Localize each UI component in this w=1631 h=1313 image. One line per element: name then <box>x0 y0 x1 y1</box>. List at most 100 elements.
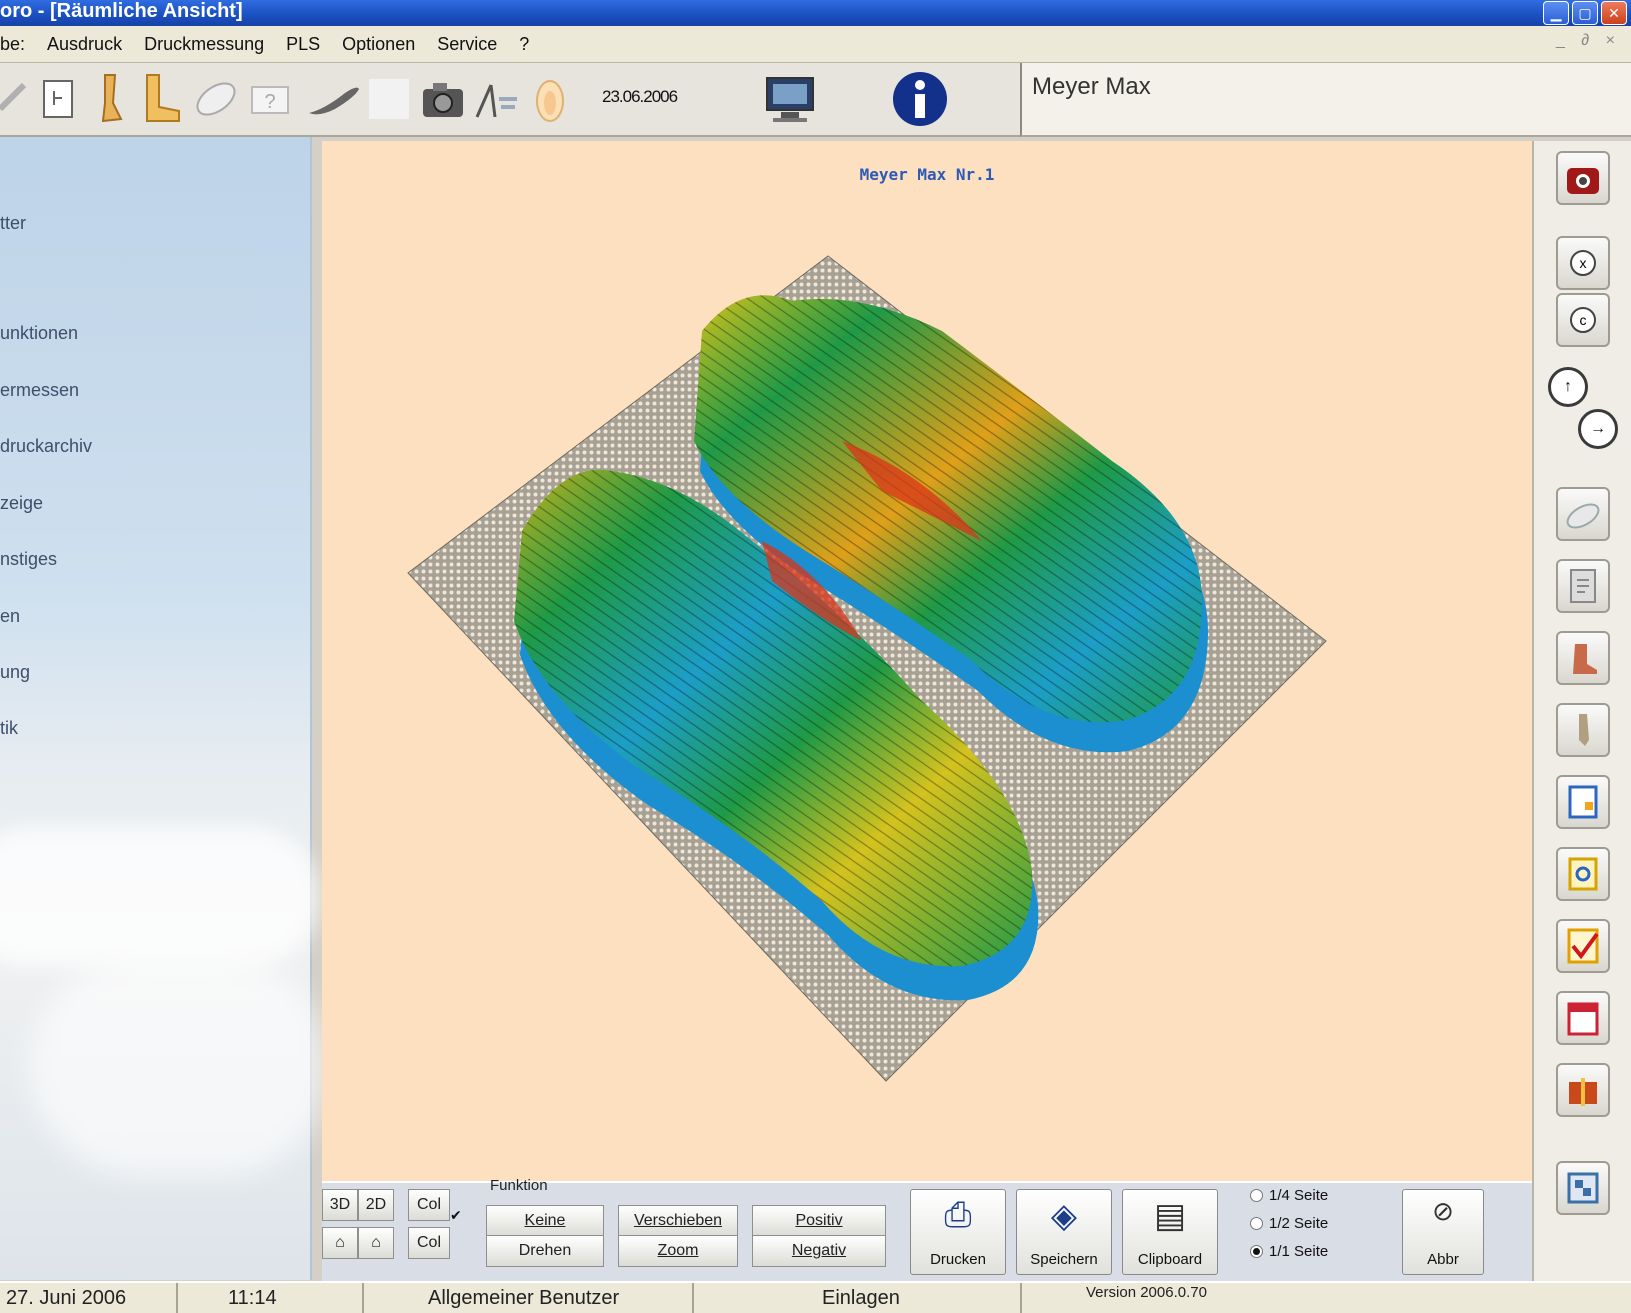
search-page-icon[interactable] <box>1556 847 1610 901</box>
gift-icon[interactable] <box>1556 1063 1610 1117</box>
function-group-label: Funktion <box>490 1177 548 1194</box>
clipboard-button[interactable]: ▤ Clipboard <box>1122 1189 1218 1275</box>
menu-item-druckmessung[interactable]: Druckmessung <box>144 34 264 55</box>
toolbar: ? 23.06.2006 <box>0 63 1020 137</box>
status-mode: Einlagen <box>702 1283 1022 1313</box>
sidebar: tter unktionen ermessen druckarchiv zeig… <box>0 137 330 1280</box>
page-icon[interactable] <box>1556 559 1610 613</box>
question-icon[interactable]: ? <box>246 75 294 123</box>
disk-icon: ◈ <box>1050 1197 1078 1235</box>
boot-icon[interactable] <box>138 74 184 123</box>
speichern-button[interactable]: ◈ Speichern <box>1016 1189 1112 1275</box>
menu-item-optionen[interactable]: Optionen <box>342 34 415 55</box>
info-icon[interactable] <box>888 72 952 126</box>
exit-icon[interactable] <box>1556 1161 1610 1215</box>
mdi-controls[interactable]: _ ∂ × <box>1556 32 1621 50</box>
sidebar-cloud <box>30 957 330 1177</box>
positiv-button[interactable]: Positiv <box>752 1205 886 1237</box>
status-version: Version 2006.0.70 <box>1086 1284 1207 1301</box>
measure-foot-icon[interactable] <box>470 75 522 123</box>
sidebar-item-funktionen[interactable]: unktionen <box>0 323 78 344</box>
radio-half-page[interactable]: 1/2 Seite <box>1250 1215 1328 1232</box>
zoom-button[interactable]: Zoom <box>618 1235 738 1267</box>
note-icon[interactable] <box>1556 775 1610 829</box>
calendar-icon[interactable] <box>1556 991 1610 1045</box>
radio-label: 1/1 Seite <box>1269 1243 1329 1260</box>
leg-icon[interactable] <box>90 74 130 123</box>
radio-button[interactable] <box>1250 1189 1263 1202</box>
drehen-button[interactable]: Drehen <box>486 1235 604 1267</box>
checkmark-icon[interactable] <box>1556 919 1610 973</box>
insole-icon[interactable] <box>192 75 240 123</box>
sole-profile-icon[interactable] <box>304 75 364 123</box>
menu-item-service[interactable]: Service <box>437 34 497 55</box>
minimize-icon[interactable]: ▁ <box>1543 1 1569 25</box>
control-panel: 3D 2D ⌂ ⌂ Col Col ✔ Funktion Keine Drehe… <box>322 1177 1532 1282</box>
sidebar-cloud <box>0 827 320 967</box>
svg-text:c: c <box>1580 312 1587 328</box>
foot-blueprint-icon[interactable] <box>38 75 78 123</box>
footprint-icon[interactable] <box>528 75 572 123</box>
home-alt-icon[interactable]: ⌂ <box>358 1227 394 1259</box>
zoom-out-icon[interactable]: → <box>1578 409 1618 449</box>
foot-pressure-3d-plot[interactable] <box>322 141 1532 1181</box>
camera-icon[interactable] <box>418 75 468 123</box>
title-bar: oro - [Räumliche Ansicht] ▁ ▢ ✕ <box>0 0 1631 26</box>
menu-item-ausdruck[interactable]: Ausdruck <box>47 34 122 55</box>
view-3d-button[interactable]: 3D <box>322 1189 358 1221</box>
rotate-x-icon[interactable]: x <box>1556 236 1610 290</box>
sidebar-item-druckarchiv[interactable]: druckarchiv <box>0 436 92 457</box>
maximize-icon[interactable]: ▢ <box>1572 1 1598 25</box>
zoom-in-icon[interactable]: ↑ <box>1548 367 1588 407</box>
abbrechen-button[interactable]: ⊘ Abbr <box>1402 1189 1484 1275</box>
sidebar-item-vermessen[interactable]: ermessen <box>0 380 79 401</box>
foot-side-icon[interactable] <box>1556 631 1610 685</box>
monitor-icon[interactable] <box>762 75 818 123</box>
drucken-button[interactable]: ⎙ Drucken <box>910 1189 1006 1275</box>
keine-button[interactable]: Keine <box>486 1205 604 1237</box>
toolbar-date: 23.06.2006 <box>602 87 678 106</box>
abbrechen-label: Abbr <box>1427 1251 1459 1268</box>
home-icon[interactable]: ⌂ <box>322 1227 358 1259</box>
insole-icon[interactable] <box>1556 487 1610 541</box>
patient-panel: Meyer Max <box>1020 63 1631 137</box>
svg-text:x: x <box>1580 255 1587 271</box>
radio-quarter-page[interactable]: 1/4 Seite <box>1250 1187 1328 1204</box>
camera-icon[interactable] <box>1556 151 1610 205</box>
menu-item-pls[interactable]: PLS <box>286 34 320 55</box>
printer-icon: ⎙ <box>944 1196 972 1234</box>
status-bar: 27. Juni 2006 11:14 Allgemeiner Benutzer… <box>0 1281 1631 1313</box>
right-toolbar: x c ↑ → <box>1532 141 1631 1281</box>
sidebar-item-en[interactable]: en <box>0 606 20 627</box>
menu-item-file[interactable]: be: <box>0 34 25 55</box>
sidebar-item-statistik[interactable]: tik <box>0 718 18 739</box>
close-icon[interactable]: ✕ <box>1601 1 1627 25</box>
new-document-icon[interactable] <box>0 75 30 123</box>
sidebar-item-anzeige[interactable]: zeige <box>0 493 43 514</box>
status-user: Allgemeiner Benutzer <box>372 1283 694 1313</box>
color-toggle-2[interactable]: Col <box>408 1227 450 1259</box>
status-time: 11:14 <box>178 1283 364 1313</box>
foot-back-icon[interactable] <box>1556 703 1610 757</box>
clipboard-icon: ▤ <box>1153 1197 1187 1235</box>
sidebar-item-sonstiges[interactable]: nstiges <box>0 549 57 570</box>
spatial-view[interactable]: Meyer Max Nr.1 <box>322 141 1532 1181</box>
color-toggle-1[interactable]: Col <box>408 1189 450 1221</box>
status-date: 27. Juni 2006 <box>0 1283 178 1313</box>
radio-label: 1/4 Seite <box>1269 1187 1329 1204</box>
view-2d-button[interactable]: 2D <box>358 1189 394 1221</box>
menu-bar: be: Ausdruck Druckmessung PLS Optionen S… <box>0 26 1631 63</box>
drucken-label: Drucken <box>930 1251 986 1268</box>
negativ-button[interactable]: Negativ <box>752 1235 886 1267</box>
blank-icon[interactable] <box>366 75 412 123</box>
sidebar-item-weiter[interactable]: tter <box>0 213 26 234</box>
radio-full-page[interactable]: 1/1 Seite <box>1250 1243 1328 1260</box>
sidebar-item-ung[interactable]: ung <box>0 662 30 683</box>
rotate-c-icon[interactable]: c <box>1556 293 1610 347</box>
radio-button[interactable] <box>1250 1245 1263 1258</box>
radio-button[interactable] <box>1250 1217 1263 1230</box>
verschieben-button[interactable]: Verschieben <box>618 1205 738 1237</box>
check-icon[interactable]: ✔ <box>450 1207 466 1223</box>
menu-item-help[interactable]: ? <box>519 34 529 55</box>
window-title: oro - [Räumliche Ansicht] <box>0 0 243 22</box>
